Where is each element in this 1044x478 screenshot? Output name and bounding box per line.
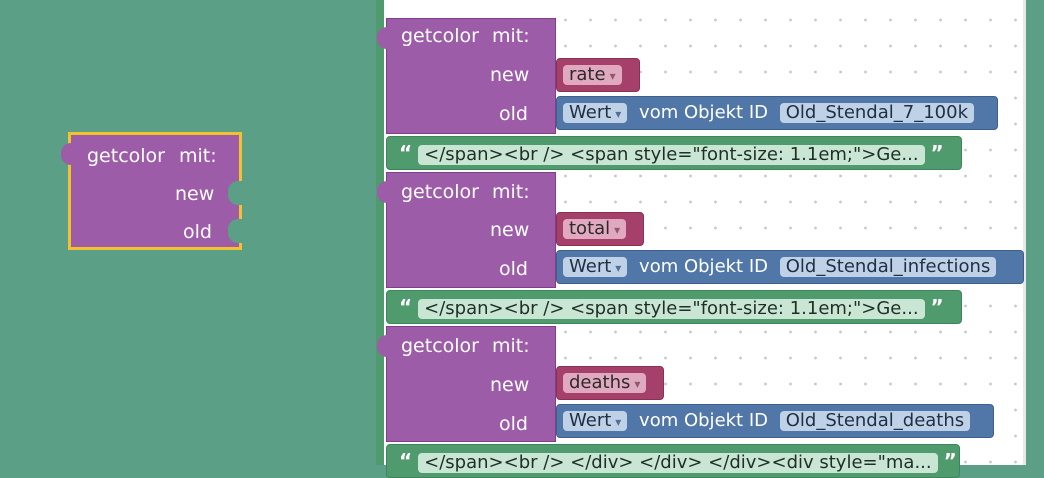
text-block-3[interactable]: “ </span><br /> </div> </div> </div><div …	[386, 444, 960, 478]
text-block-1[interactable]: “ </span><br /> <span style="font-size: 1…	[386, 136, 962, 170]
text-field[interactable]: </span><br /> <span style="font-size: 1.…	[418, 298, 925, 319]
open-quote-icon: “	[399, 141, 413, 165]
wert-dropdown-label: Wert	[569, 410, 612, 431]
close-quote-icon: ”	[930, 141, 944, 165]
text-value: </span><br /> <span style="font-size: 1.…	[424, 144, 919, 165]
text-value: </span><br /> <span style="font-size: 1.…	[424, 298, 919, 319]
new-label: new	[490, 374, 530, 396]
getcolor-block-2[interactable]: getcolor mit: new old	[377, 172, 556, 288]
text-field[interactable]: </span><br /> <span style="font-size: 1.…	[418, 144, 925, 165]
object-id-value: Old_Stendal_deaths	[785, 410, 965, 431]
variable-name: total	[569, 218, 611, 239]
wert-vom-objekt-block-3[interactable]: Wert ▾ vom Objekt ID Old_Stendal_deaths	[556, 404, 994, 438]
variable-name: deaths	[569, 372, 631, 393]
block-mit: mit:	[492, 25, 530, 47]
wert-vom-objekt-block-2[interactable]: Wert ▾ vom Objekt ID Old_Stendal_infectio…	[556, 250, 1024, 284]
dropdown-arrow-icon[interactable]: ▾	[634, 377, 640, 391]
flyout-block-new-label: new	[175, 183, 215, 205]
dropdown-arrow-icon[interactable]: ▾	[615, 107, 621, 121]
close-quote-icon: ”	[943, 449, 957, 473]
block-title: getcolor	[401, 181, 479, 203]
new-label: new	[490, 219, 530, 241]
wert-dropdown-label: Wert	[569, 256, 612, 277]
text-block-2[interactable]: “ </span><br /> <span style="font-size: 1…	[386, 290, 962, 324]
variable-deaths-block[interactable]: deaths ▾	[556, 366, 664, 400]
flyout-block-mit: mit:	[179, 145, 217, 167]
wert-vom-objekt-block-1[interactable]: Wert ▾ vom Objekt ID Old_Stendal_7_100k	[556, 96, 998, 130]
getcolor-block-3[interactable]: getcolor mit: new old	[377, 326, 556, 442]
block-title: getcolor	[401, 25, 479, 47]
open-quote-icon: “	[399, 295, 413, 319]
flyout-old-input-socket[interactable]	[228, 219, 242, 243]
dropdown-arrow-icon[interactable]: ▾	[615, 261, 621, 275]
workspace-scrollbar[interactable]	[1023, 0, 1044, 465]
block-mit: mit:	[492, 181, 530, 203]
old-label: old	[499, 103, 528, 125]
block-title: getcolor	[401, 335, 479, 357]
wert-dropdown-label: Wert	[569, 102, 612, 123]
variable-rate-block[interactable]: rate ▾	[556, 58, 640, 92]
new-label: new	[490, 64, 530, 86]
dropdown-arrow-icon[interactable]: ▾	[614, 223, 620, 237]
getcolor-block-1[interactable]: getcolor mit: new old	[377, 18, 556, 134]
object-id-value: Old_Stendal_infections	[785, 256, 991, 277]
close-quote-icon: ”	[930, 295, 944, 319]
text-value: </span><br /> </div> </div> </div><div s…	[424, 452, 932, 473]
block-mit: mit:	[492, 335, 530, 357]
object-id-field[interactable]: Old_Stendal_7_100k	[779, 102, 974, 123]
text-field[interactable]: </span><br /> </div> </div> </div><div s…	[418, 452, 938, 473]
flyout-new-input-socket[interactable]	[228, 181, 242, 205]
flyout-block-old-label: old	[183, 221, 212, 243]
dropdown-arrow-icon[interactable]: ▾	[615, 415, 621, 429]
vom-objekt-label: vom Objekt ID	[639, 102, 769, 123]
open-quote-icon: “	[399, 449, 413, 473]
object-id-field[interactable]: Old_Stendal_deaths	[779, 410, 971, 431]
vom-objekt-label: vom Objekt ID	[639, 256, 769, 277]
object-id-field[interactable]: Old_Stendal_infections	[779, 256, 997, 277]
join-block-edge	[376, 0, 384, 465]
dropdown-arrow-icon[interactable]: ▾	[610, 69, 616, 83]
object-id-value: Old_Stendal_7_100k	[785, 102, 968, 123]
variable-total-block[interactable]: total ▾	[556, 212, 644, 246]
flyout-getcolor-block[interactable]: getcolor mit: new old	[61, 132, 242, 250]
old-label: old	[499, 413, 528, 435]
vom-objekt-label: vom Objekt ID	[639, 410, 769, 431]
old-label: old	[499, 258, 528, 280]
flyout-block-title: getcolor	[87, 145, 165, 167]
variable-name: rate	[569, 64, 606, 85]
